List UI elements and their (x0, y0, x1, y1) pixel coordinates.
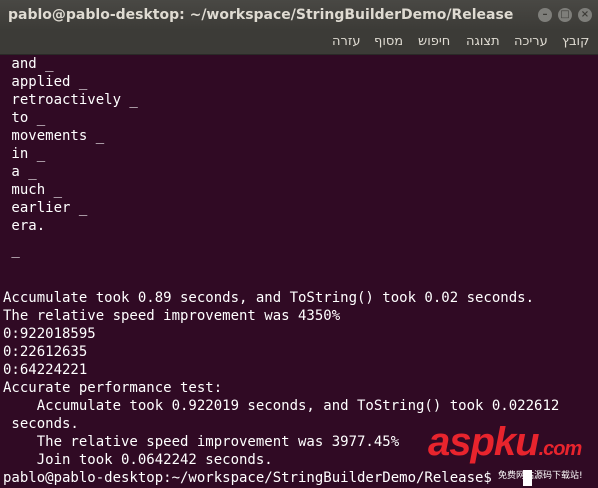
terminal-line: The relative speed improvement was 4350% (3, 308, 341, 324)
menu-edit[interactable]: עריכה (514, 34, 548, 49)
watermark-subtitle: 免费网站源码下载站! (498, 471, 583, 481)
terminal-line: Accurate performance test: (3, 380, 223, 396)
menu-bar: קובץ עריכה תצוגה חיפוש מסוף עזרה (0, 30, 598, 55)
menu-terminal[interactable]: מסוף (374, 34, 403, 49)
terminal-line: Join took 0.0642242 seconds. (3, 452, 273, 468)
terminal-line: to _ (3, 110, 46, 126)
terminal-line: in _ (3, 146, 46, 162)
terminal-line: The relative speed improvement was 3977.… (3, 434, 400, 450)
terminal-line: seconds. (3, 416, 79, 432)
shell-prompt: pablo@pablo-desktop:~/workspace/StringBu… (3, 470, 501, 486)
title-bar[interactable]: pablo@pablo-desktop: ~/workspace/StringB… (0, 0, 598, 30)
maximize-button[interactable]: □ (558, 8, 572, 22)
terminal-line: Accumulate took 0.89 seconds, and ToStri… (3, 290, 535, 306)
terminal-line: _ (3, 242, 20, 258)
terminal-line: much _ (3, 182, 63, 198)
minimize-button[interactable]: – (538, 8, 552, 22)
terminal-line: movements _ (3, 128, 105, 144)
terminal-line: retroactively _ (3, 92, 138, 108)
terminal-line: 0:64224221 (3, 362, 88, 378)
watermark-logo-text: aspku.com (428, 420, 582, 464)
menu-file[interactable]: קובץ (562, 34, 589, 49)
terminal-line: and _ (3, 56, 54, 72)
menu-view[interactable]: תצוגה (466, 34, 500, 49)
terminal-window: pablo@pablo-desktop: ~/workspace/StringB… (0, 0, 598, 488)
menu-search[interactable]: חיפוש (418, 34, 450, 49)
terminal-line: 0:922018595 (3, 326, 96, 342)
terminal-line: applied _ (3, 74, 88, 90)
terminal-line: 0:22612635 (3, 344, 88, 360)
window-title: pablo@pablo-desktop: ~/workspace/StringB… (8, 7, 514, 23)
terminal-line: Accumulate took 0.922019 seconds, and To… (3, 398, 560, 414)
terminal-line: earlier _ (3, 200, 88, 216)
terminal-line: era. (3, 218, 46, 234)
menu-help[interactable]: עזרה (332, 34, 360, 49)
close-button[interactable]: × (578, 8, 592, 22)
terminal-line: a _ (3, 164, 37, 180)
